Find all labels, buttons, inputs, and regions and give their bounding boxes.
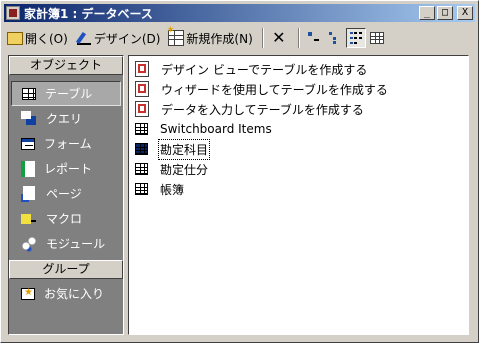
sidebar-item-label: お気に入り [44, 287, 105, 301]
toolbar-separator [297, 28, 300, 48]
delete-icon: ✕ [272, 28, 286, 47]
sidebar-item-macros[interactable]: マクロ [9, 206, 123, 231]
groups-header-button[interactable]: グループ [9, 260, 123, 279]
sidebar-item-pages[interactable]: ページ [9, 181, 123, 206]
list-item[interactable]: Switchboard Items [135, 120, 273, 138]
sidebar-item-favorites[interactable]: お気に入り [9, 281, 123, 306]
open-button[interactable]: 開く(O) [4, 27, 71, 49]
macro-icon [21, 210, 37, 227]
sidebar-item-modules[interactable]: モジュール [9, 231, 123, 256]
shortcut-icon [135, 101, 149, 117]
small-icons-icon [328, 32, 341, 44]
object-list[interactable]: デザイン ビューでテーブルを作成する ウィザードを使用してテーブルを作成する デ… [128, 55, 469, 335]
sidebar-item-label: クエリ [46, 112, 83, 126]
window-controls: _ □ X [417, 6, 473, 20]
sidebar-item-label: ページ [46, 187, 82, 201]
design-icon [76, 30, 92, 46]
sidebar-item-label: モジュール [46, 237, 106, 251]
new-button[interactable]: 新規作成(N) [165, 25, 255, 49]
main-area: オブジェクト テーブル クエリ フォーム レポート ページ マクロ モジュール … [4, 53, 475, 340]
list-view-button[interactable] [345, 28, 366, 48]
window-title: 家計簿1 : データベース [24, 6, 153, 21]
list-item[interactable]: ウィザードを使用してテーブルを作成する [135, 80, 389, 98]
new-table-icon [166, 25, 185, 46]
new-label: 新規作成(N) [186, 31, 253, 46]
delete-button[interactable]: ✕ [268, 27, 292, 49]
query-icon [21, 110, 37, 127]
small-icons-view-button[interactable] [325, 28, 345, 48]
list-item[interactable]: 帳簿 [135, 180, 185, 198]
details-view-button[interactable] [367, 28, 387, 48]
form-icon [21, 137, 35, 150]
toolbar: 開く(O) デザイン(D) 新規作成(N) ✕ [4, 25, 475, 51]
list-item-label: データを入力してテーブルを作成する [161, 102, 364, 117]
table-icon [135, 143, 148, 155]
list-item-label: 勘定仕分 [160, 162, 209, 177]
toolbar-separator [261, 28, 264, 48]
details-view-icon [369, 32, 384, 44]
open-icon [7, 31, 23, 45]
report-icon [21, 160, 35, 177]
list-item[interactable]: デザイン ビューでテーブルを作成する [135, 60, 368, 78]
sidebar-item-forms[interactable]: フォーム [9, 131, 123, 156]
large-icons-view-button[interactable] [304, 28, 324, 48]
sidebar-item-label: テーブル [45, 87, 93, 101]
table-icon [135, 123, 148, 135]
list-item[interactable]: 勘定科目 [135, 138, 211, 160]
objects-bar: オブジェクト テーブル クエリ フォーム レポート ページ マクロ モジュール … [8, 55, 124, 335]
shortcut-icon [135, 61, 149, 77]
design-label: デザイン(D) [93, 31, 161, 46]
list-item-label: ウィザードを使用してテーブルを作成する [161, 82, 388, 97]
title-bar[interactable]: 家計簿1 : データベース _ □ X [4, 4, 475, 22]
table-icon [22, 87, 36, 100]
list-item-label: Switchboard Items [160, 122, 272, 136]
database-icon [6, 6, 20, 20]
sidebar-item-tables[interactable]: テーブル [11, 81, 121, 106]
list-item-label: 勘定科目 [157, 138, 211, 160]
sidebar-item-label: フォーム [44, 137, 92, 151]
list-item[interactable]: データを入力してテーブルを作成する [135, 100, 365, 118]
page-icon [21, 185, 37, 202]
sidebar-item-queries[interactable]: クエリ [9, 106, 123, 131]
large-icons-icon [307, 32, 320, 44]
favorites-icon [21, 287, 35, 300]
maximize-button[interactable]: □ [437, 6, 453, 20]
list-view-icon [349, 32, 362, 44]
design-button[interactable]: デザイン(D) [73, 27, 164, 49]
module-icon [21, 235, 37, 252]
sidebar-item-label: マクロ [46, 212, 83, 226]
list-item[interactable]: 勘定仕分 [135, 160, 209, 178]
table-icon [135, 163, 148, 175]
open-label: 開く(O) [25, 31, 68, 46]
list-item-label: 帳簿 [160, 182, 185, 197]
minimize-button[interactable]: _ [419, 6, 435, 20]
objects-header-button[interactable]: オブジェクト [9, 56, 123, 75]
sidebar-item-reports[interactable]: レポート [9, 156, 123, 181]
table-icon [135, 183, 148, 195]
database-window: 家計簿1 : データベース _ □ X 開く(O) デザイン(D) 新規作成(N… [0, 0, 479, 343]
shortcut-icon [135, 81, 149, 97]
close-button[interactable]: X [457, 6, 473, 20]
sidebar-item-label: レポート [44, 162, 93, 176]
list-item-label: デザイン ビューでテーブルを作成する [161, 62, 368, 77]
